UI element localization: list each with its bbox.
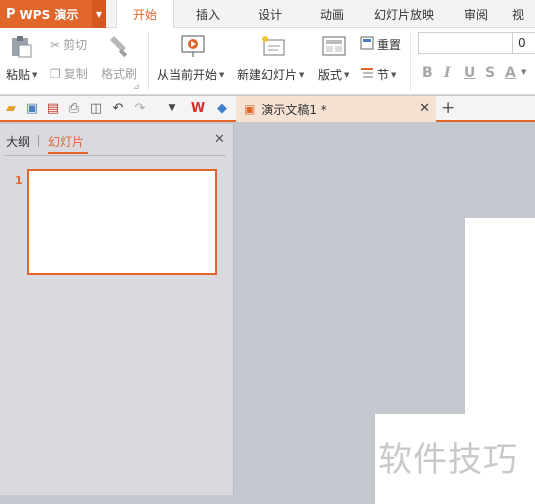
new-document-icon[interactable]: + [441,98,455,118]
new-slide-button[interactable]: 新建幻灯片 ▼ [237,66,304,83]
save-icon[interactable]: ▣ [24,100,40,116]
wps-cloud-icon[interactable]: W [190,100,206,116]
reset-button[interactable]: 重置 [360,36,401,53]
font-size-combobox[interactable]: 0 [512,32,535,54]
ribbon-tab-bar: P WPS 演示 ▼ 开始 插入 设计 动画 幻灯片放映 审阅 视 [0,0,535,29]
close-document-icon[interactable]: ✕ [419,101,430,116]
ribbon-toolbar: 粘贴 ▼ ✂ 剪切 ❐ 复制 格式刷 ⊿ 从当前开始 ▼ 新建幻灯片 ▼ 版式 ▼ 重置 [0,28,535,95]
slides-panel: 大纲 幻灯片 ✕ 1 [0,124,234,495]
play-from-current-label: 从当前开始 [157,68,218,82]
tab-insert[interactable]: 插入 [184,0,232,28]
section-button[interactable]: 节 ▼ [360,66,396,83]
tab-view[interactable]: 视 [512,0,535,28]
format-painter-icon[interactable] [108,34,130,58]
tab-slides[interactable]: 幻灯片 [48,133,84,150]
play-from-current-button[interactable]: 从当前开始 ▼ [157,66,224,83]
slide-thumbnail[interactable] [27,169,217,275]
strikethrough-button[interactable]: S [485,65,495,81]
active-tab-indicator [48,152,88,154]
tab-outline[interactable]: 大纲 [6,133,30,150]
document-tab[interactable]: ▣ 演示文稿1 * ✕ [236,96,436,122]
font-color-dropdown-icon[interactable]: ▼ [521,68,526,76]
new-slide-icon[interactable] [260,34,286,58]
open-folder-icon[interactable]: ▰ [3,100,19,116]
separator [148,32,149,90]
clipboard-dialog-launcher-icon[interactable]: ⊿ [133,82,140,91]
scissors-icon: ✂ [50,37,61,52]
customize-dropdown-icon[interactable]: ▼ [164,100,180,116]
layout-label: 版式 [318,68,343,82]
wps-logo-icon: P [6,6,16,22]
underline-button[interactable]: U [464,65,475,81]
redo-icon[interactable]: ↷ [132,100,148,116]
tab-slideshow[interactable]: 幻灯片放映 [368,0,440,28]
play-from-current-icon[interactable] [180,34,206,58]
presentation-file-icon: ▣ [244,102,256,116]
format-painter-label: 格式刷 [101,67,138,81]
paste-icon[interactable] [8,34,34,60]
export-pdf-icon[interactable]: ▤ [45,100,61,116]
font-family-combobox[interactable] [418,32,514,54]
layout-button[interactable]: 版式 ▼ [318,66,349,83]
quick-access-toolbar: ▰ ▣ ▤ ⎙ ◫ ↶ ↷ ▼ W ◆ ▣ 演示文稿1 * ✕ + [0,96,535,122]
watermark-text: 软件技巧 [378,440,518,480]
print-preview-icon[interactable]: ◫ [88,100,104,116]
separator [410,32,411,90]
format-painter-button[interactable]: 格式刷 [101,65,137,82]
section-icon [360,66,374,83]
cut-label: 剪切 [63,38,88,52]
paste-label: 粘贴 [6,68,31,82]
paste-button[interactable]: 粘贴 ▼ [6,66,37,83]
tab-animation[interactable]: 动画 [308,0,356,28]
new-slide-label: 新建幻灯片 [237,68,298,82]
font-color-button[interactable]: A [505,65,516,81]
copy-label: 复制 [63,67,88,81]
section-label: 节 [377,68,390,82]
tab-review[interactable]: 审阅 [452,0,500,28]
slide-canvas[interactable] [465,218,535,418]
italic-button[interactable]: I [444,65,451,81]
reset-icon [360,36,374,53]
document-title: 演示文稿1 * [261,102,327,117]
wps-menu-button[interactable]: P WPS 演示 [0,0,92,28]
cut-button[interactable]: ✂ 剪切 [50,36,87,53]
close-panel-icon[interactable]: ✕ [214,132,225,147]
undo-icon[interactable]: ↶ [110,100,126,116]
bold-button[interactable]: B [422,65,433,81]
divider [38,135,39,147]
tab-design[interactable]: 设计 [246,0,294,28]
copy-icon: ❐ [50,66,61,81]
reset-label: 重置 [377,38,402,52]
slide-number: 1 [15,174,23,187]
layout-icon[interactable] [322,36,346,56]
divider [4,155,226,156]
app-name: WPS 演示 [19,7,79,22]
print-icon[interactable]: ⎙ [66,100,82,116]
app-menu-dropdown-icon[interactable]: ▼ [92,0,106,28]
cube-icon[interactable]: ◆ [214,100,230,116]
panel-tabs: 大纲 幻灯片 ✕ [0,124,234,156]
tab-home[interactable]: 开始 [116,0,174,29]
copy-button[interactable]: ❐ 复制 [50,65,88,82]
